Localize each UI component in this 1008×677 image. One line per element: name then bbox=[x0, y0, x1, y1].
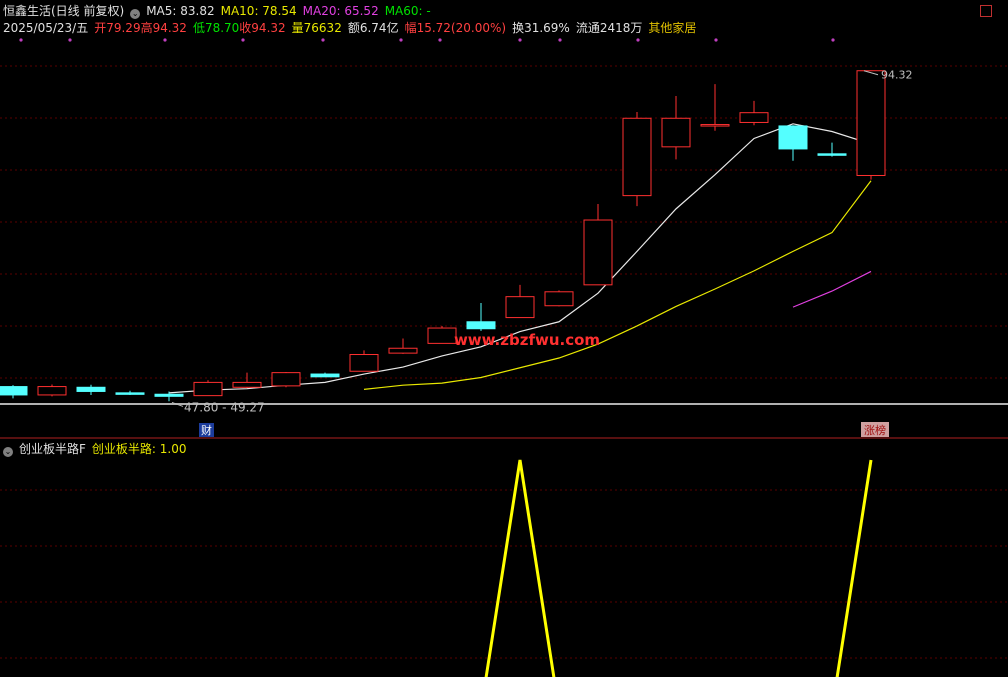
candle bbox=[310, 372, 340, 378]
event-dot bbox=[438, 38, 442, 42]
candle bbox=[271, 371, 301, 388]
candle-body-up bbox=[856, 70, 886, 176]
candle-body-up bbox=[700, 124, 730, 127]
candle-body-up bbox=[739, 112, 769, 123]
candle-body-up bbox=[349, 354, 379, 372]
event-dot bbox=[714, 38, 718, 42]
candle bbox=[466, 302, 496, 331]
candle-body-down bbox=[0, 386, 28, 396]
candle-body-up bbox=[193, 381, 223, 397]
candle bbox=[817, 142, 847, 157]
candle-body-down bbox=[310, 373, 340, 378]
event-dot bbox=[19, 38, 23, 42]
candle-body-up bbox=[388, 347, 418, 354]
candle bbox=[427, 325, 457, 344]
candle bbox=[661, 95, 691, 160]
candle bbox=[154, 391, 184, 402]
candle-body-up bbox=[427, 327, 457, 344]
candle bbox=[739, 100, 769, 126]
event-dot bbox=[636, 38, 640, 42]
stock-chart-window: 恒鑫生活(日线 前复权) ⌄ MA5: 83.82 MA10: 78.54 MA20: … bbox=[0, 0, 1008, 677]
limit-up-badge: 涨榜 bbox=[864, 423, 886, 437]
event-dot bbox=[399, 38, 403, 42]
finance-badge: 财 bbox=[201, 423, 212, 437]
candle-body-down bbox=[115, 392, 145, 395]
candle-body-up bbox=[37, 386, 67, 396]
watermark-text: www.zbzfwu.com bbox=[454, 331, 600, 349]
event-dot bbox=[321, 38, 325, 42]
ma-line-ma10 bbox=[363, 180, 872, 390]
candle bbox=[583, 203, 613, 286]
candle bbox=[388, 338, 418, 354]
candle-body-up bbox=[271, 372, 301, 387]
candle bbox=[505, 284, 535, 319]
high-price-label: 94.32 bbox=[881, 69, 913, 82]
candle-body-up bbox=[622, 117, 652, 197]
event-dot bbox=[831, 38, 835, 42]
candle-body-up bbox=[505, 296, 535, 319]
candle bbox=[856, 70, 886, 180]
candle bbox=[778, 125, 808, 161]
candle bbox=[115, 390, 145, 395]
candle-body-down bbox=[778, 125, 808, 150]
candle-body-up bbox=[232, 381, 262, 388]
candle bbox=[349, 350, 379, 372]
candle bbox=[700, 84, 730, 131]
candle-body-down bbox=[76, 386, 106, 392]
candle bbox=[37, 384, 67, 397]
indicator-line bbox=[484, 459, 873, 677]
candle bbox=[76, 384, 106, 395]
event-dot bbox=[241, 38, 245, 42]
candle bbox=[0, 385, 28, 399]
candle-body-up bbox=[583, 219, 613, 286]
candle-body-down bbox=[817, 153, 847, 156]
ma-line-ma20 bbox=[792, 270, 872, 308]
event-dot bbox=[68, 38, 72, 42]
candle-body-up bbox=[544, 291, 574, 307]
candle-body-down bbox=[154, 393, 184, 397]
candle bbox=[622, 111, 652, 207]
ma-line-ma5 bbox=[168, 123, 872, 394]
candle-body-up bbox=[661, 117, 691, 148]
candle-body-down bbox=[466, 321, 496, 330]
event-dot bbox=[163, 38, 167, 42]
candle bbox=[544, 290, 574, 307]
chart-canvas[interactable]: 94.32 47.80 - 49.27 财 涨榜 www.zbzfwu.com bbox=[0, 0, 1008, 677]
candle bbox=[232, 372, 262, 388]
event-dot bbox=[558, 38, 562, 42]
range-label: 47.80 - 49.27 bbox=[184, 400, 265, 414]
event-dot bbox=[518, 38, 522, 42]
candle bbox=[193, 380, 223, 397]
